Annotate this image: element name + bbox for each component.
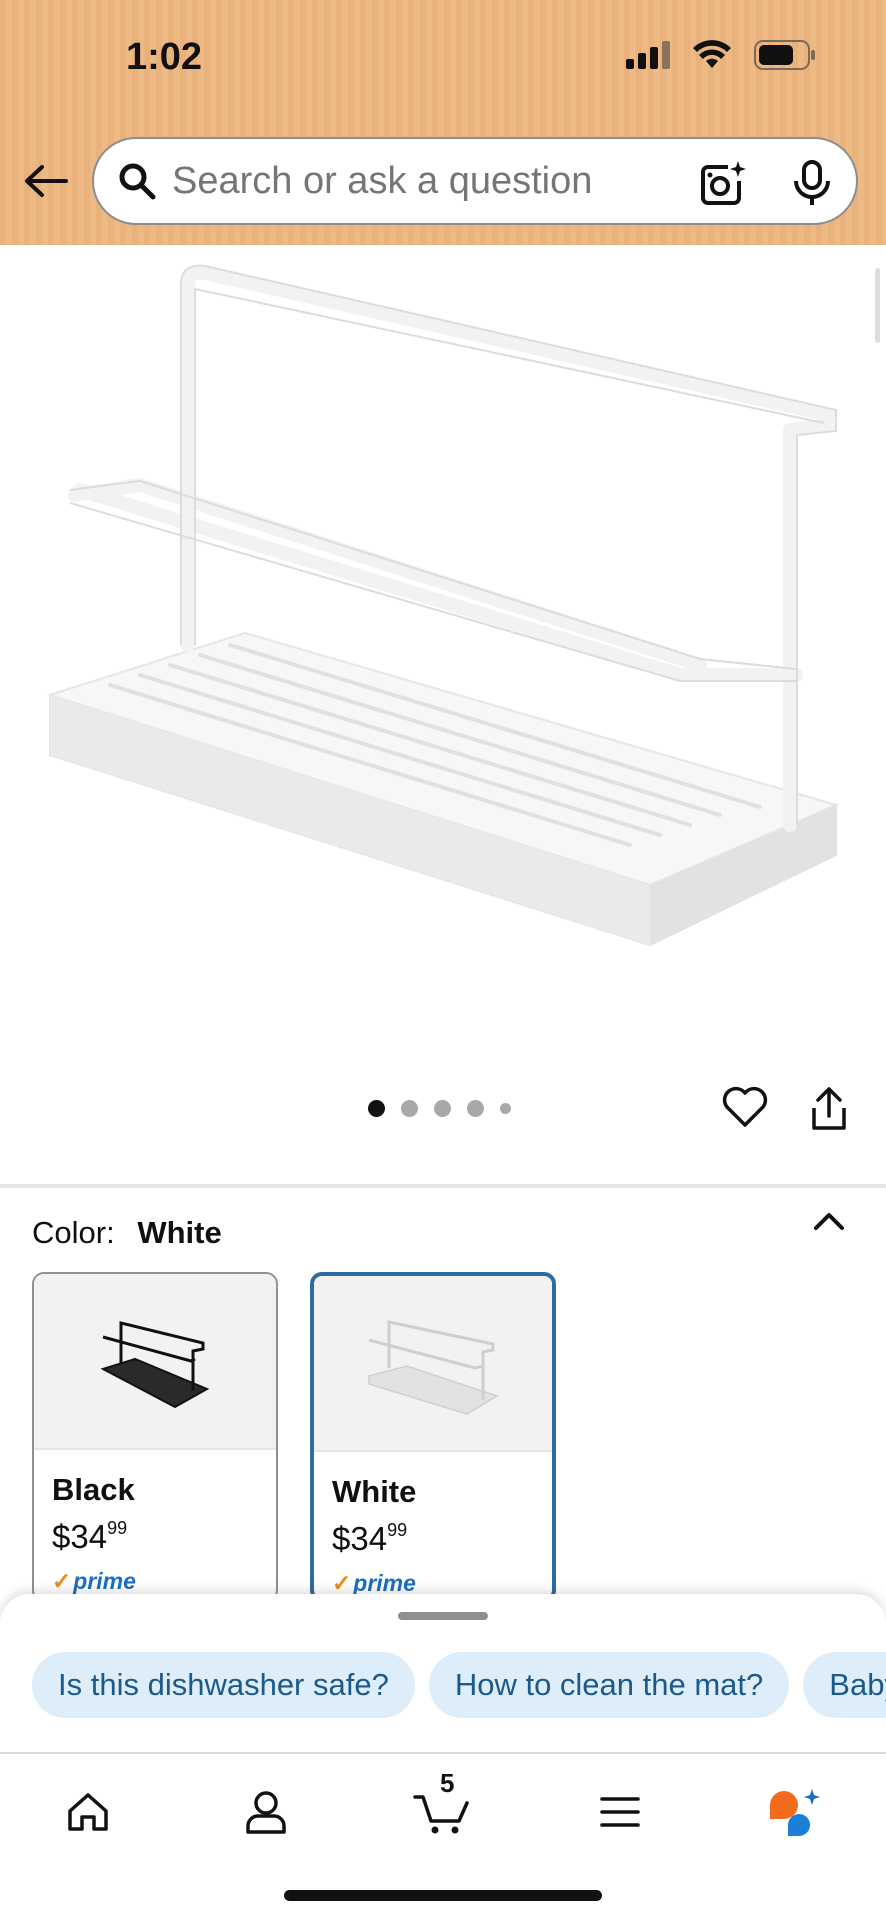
search-bar[interactable]	[92, 137, 858, 225]
home-indicator	[284, 1890, 602, 1901]
tab-account[interactable]	[236, 1782, 296, 1842]
tab-menu[interactable]	[590, 1782, 650, 1842]
suggestion-sheet: Is this dishwasher safe? How to clean th…	[0, 1594, 886, 1754]
section-divider	[0, 1184, 886, 1188]
collapse-button[interactable]	[812, 1210, 846, 1237]
product-photo	[46, 264, 839, 947]
gallery-dot[interactable]	[401, 1100, 418, 1117]
white-rack-thumbnail	[368, 1320, 499, 1415]
color-option-white[interactable]: White $3499 ✓prime	[310, 1272, 556, 1602]
gallery-dot[interactable]	[434, 1100, 451, 1117]
status-time: 1:02	[126, 36, 203, 78]
prime-badge: ✓prime	[332, 1570, 416, 1596]
suggestion-chip[interactable]: Baby	[803, 1652, 886, 1718]
tab-rufus[interactable]	[764, 1782, 824, 1842]
person-icon	[246, 1791, 286, 1834]
voice-search-button[interactable]	[790, 159, 834, 212]
wifi-icon	[693, 40, 731, 68]
gallery-pagination[interactable]	[368, 1100, 511, 1117]
gallery-dot[interactable]	[467, 1100, 484, 1117]
suggestion-chip[interactable]: How to clean the mat?	[428, 1652, 790, 1718]
swatch-image	[34, 1274, 276, 1450]
search-icon	[116, 160, 158, 202]
microphone-icon	[794, 160, 830, 205]
selected-color: White	[137, 1215, 222, 1250]
gallery-dot[interactable]	[368, 1100, 385, 1117]
back-button[interactable]	[20, 155, 72, 207]
suggestion-chips: Is this dishwasher safe? How to clean th…	[32, 1652, 886, 1718]
share-icon	[812, 1087, 846, 1130]
heart-icon	[722, 1086, 768, 1127]
swatch-price: $3499	[52, 1518, 128, 1555]
status-icons	[626, 40, 816, 70]
suggestion-chip[interactable]: Is this dishwasher safe?	[32, 1652, 415, 1718]
swatch-price: $3499	[332, 1520, 408, 1557]
arrow-left-icon	[25, 165, 68, 197]
battery-icon	[754, 40, 815, 70]
swatch-image	[314, 1276, 552, 1452]
share-button[interactable]	[808, 1086, 850, 1137]
gallery-dot[interactable]	[500, 1103, 511, 1114]
signal-icon	[626, 41, 670, 69]
search-input[interactable]	[170, 158, 674, 204]
menu-icon	[600, 1797, 640, 1827]
color-label: Color:	[32, 1215, 115, 1250]
camera-sparkle-icon	[701, 161, 746, 205]
cart-count: 5	[440, 1768, 455, 1798]
tab-home[interactable]	[58, 1782, 118, 1842]
prime-badge: ✓prime	[52, 1568, 136, 1594]
scroll-indicator	[875, 268, 880, 343]
wishlist-button[interactable]	[722, 1086, 768, 1133]
rufus-assistant-icon	[770, 1789, 820, 1836]
color-label-row: Color: White	[32, 1215, 222, 1251]
product-image[interactable]	[0, 245, 886, 1075]
black-rack-thumbnail	[100, 1321, 210, 1409]
swatch-name: White	[332, 1474, 417, 1509]
home-icon	[68, 1793, 108, 1831]
camera-search-button[interactable]	[698, 159, 746, 212]
sheet-grabber[interactable]	[398, 1612, 488, 1620]
chevron-up-icon	[814, 1213, 844, 1230]
header: 1:02	[0, 0, 886, 245]
color-option-black[interactable]: Black $3499 ✓prime	[32, 1272, 278, 1602]
swatch-name: Black	[52, 1472, 135, 1507]
